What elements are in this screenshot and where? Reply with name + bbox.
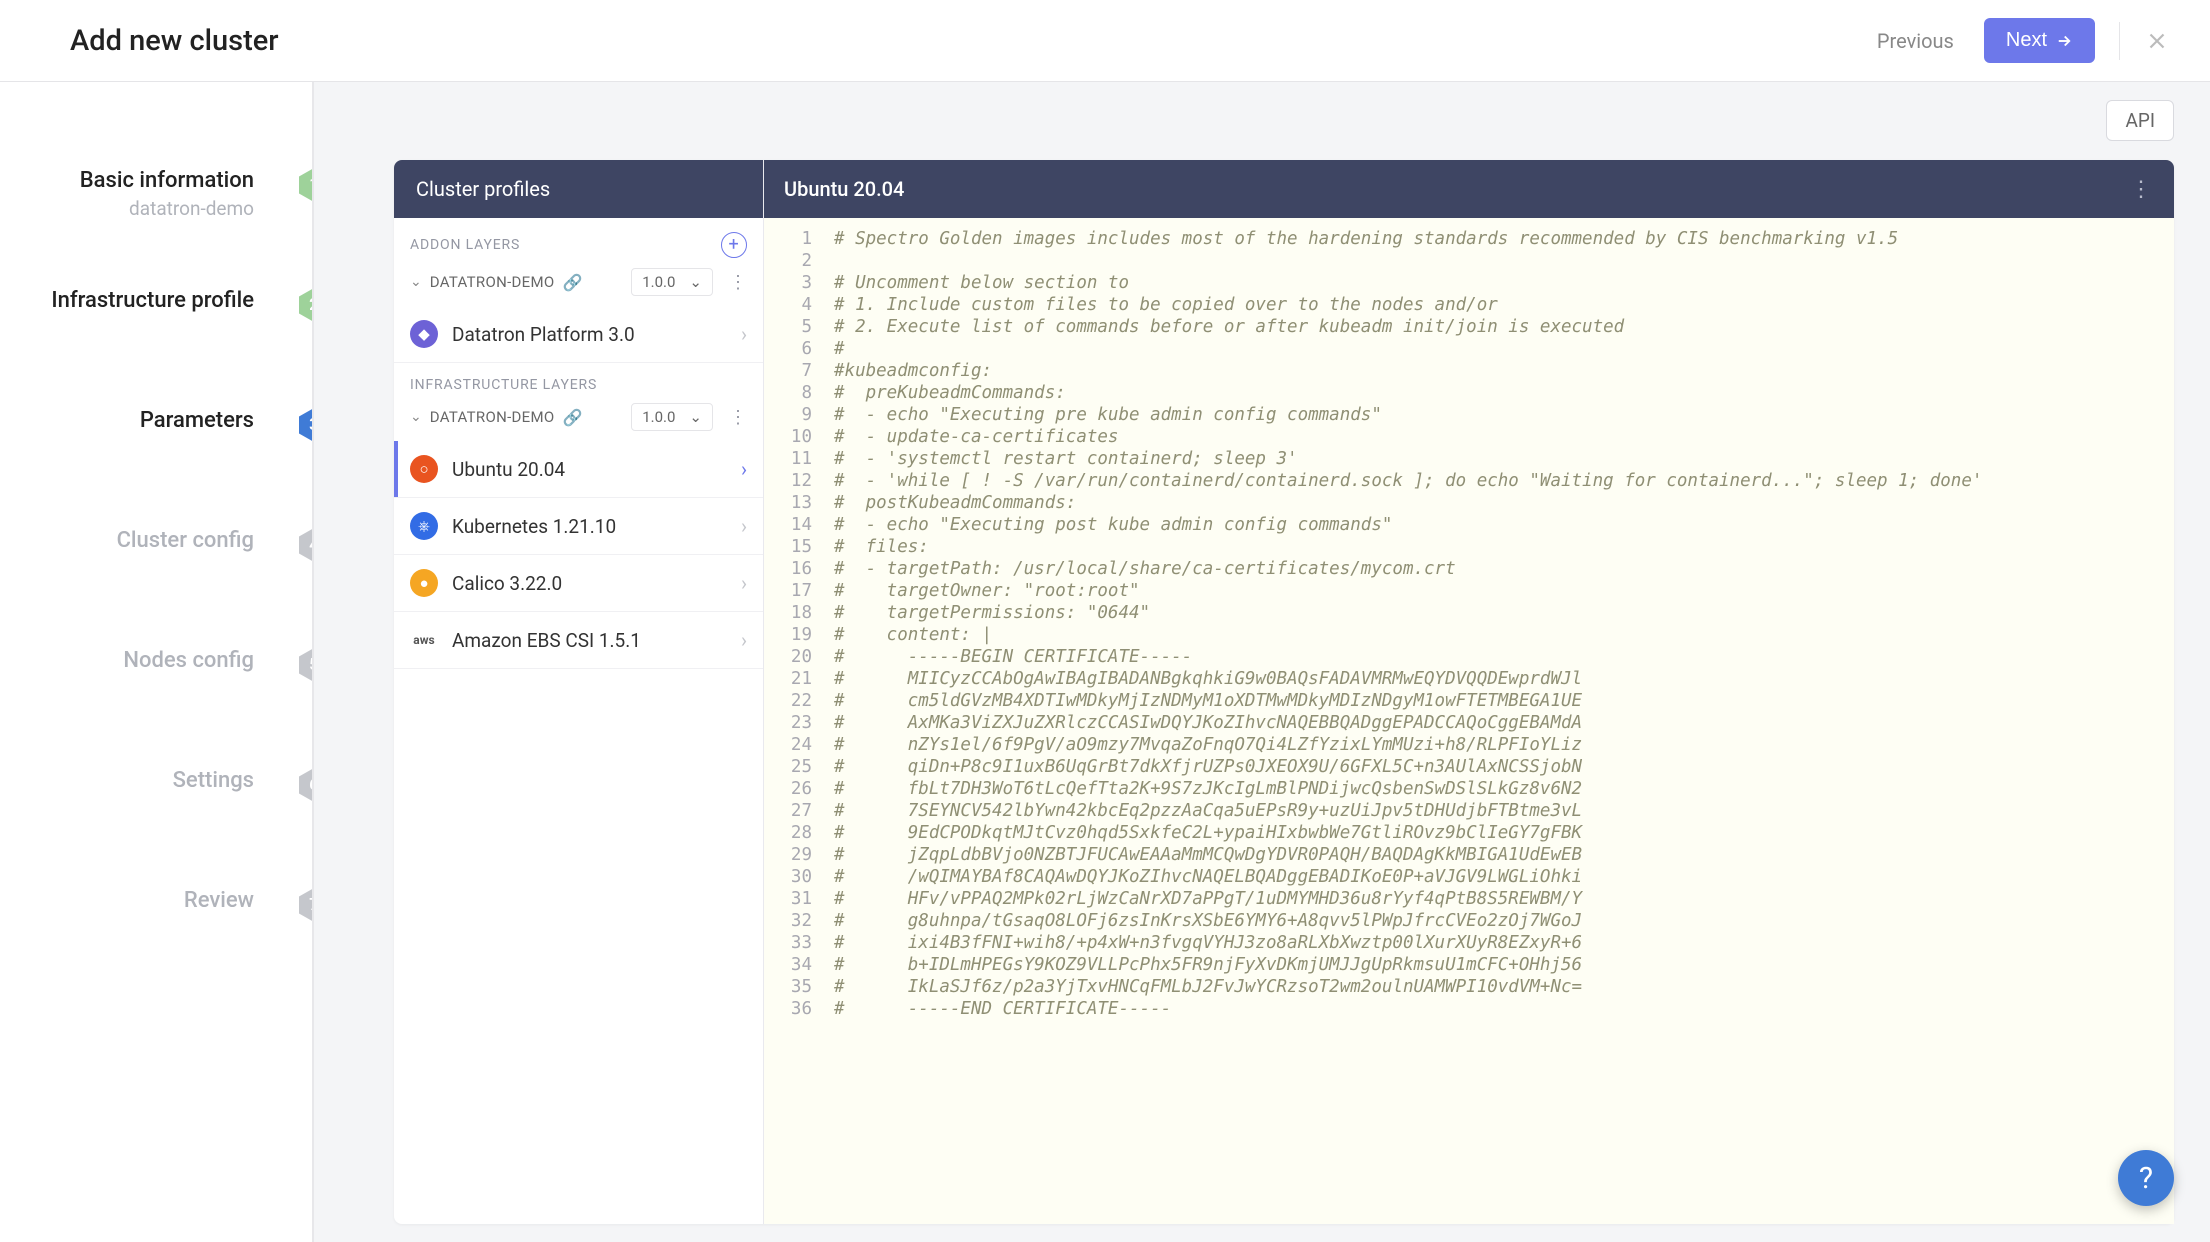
infra-profile-selector[interactable]: ⌄ DATATRON-DEMO 🔗 1.0.0⌄ ⋮ [394, 403, 763, 441]
chevron-down-icon: ⌄ [410, 274, 422, 290]
chevron-right-icon: › [741, 514, 747, 538]
layer-icon: ○ [410, 455, 438, 483]
layer-label: Datatron Platform 3.0 [452, 323, 635, 346]
cluster-profiles-header: Cluster profiles [394, 160, 763, 218]
layer-label: Calico 3.22.0 [452, 572, 562, 595]
link-icon: 🔗 [563, 408, 583, 427]
close-icon[interactable] [2144, 28, 2170, 54]
code-editor[interactable]: 1234567891011121314151617181920212223242… [764, 218, 2174, 1224]
layer-icon: ◆ [410, 320, 438, 348]
page-title: Add new cluster [70, 24, 279, 58]
api-button[interactable]: API [2106, 100, 2174, 141]
config-editor-panel: Ubuntu 20.04 ⋮ 1234567891011121314151617… [764, 160, 2174, 1224]
chevron-down-icon: ⌄ [689, 408, 702, 426]
layer-icon: aws [410, 626, 438, 654]
step-4[interactable]: Cluster config 4 [0, 528, 314, 648]
addon-layers-header: ADDON LAYERS + [394, 218, 763, 268]
layer-item[interactable]: ⎈ Kubernetes 1.21.10 › [394, 498, 763, 555]
addon-profile-name: DATATRON-DEMO [430, 273, 555, 291]
line-gutter: 1234567891011121314151617181920212223242… [764, 218, 824, 1224]
layer-item[interactable]: ○ Ubuntu 20.04 › [394, 441, 763, 498]
step-title: Review [0, 888, 254, 913]
help-fab[interactable]: ? [2118, 1150, 2174, 1206]
next-button-label: Next [2006, 29, 2047, 52]
kebab-icon[interactable]: ⋮ [729, 407, 747, 428]
wizard-header: Add new cluster Previous Next [0, 0, 2210, 82]
chevron-right-icon: › [741, 628, 747, 652]
step-title: Basic information [0, 168, 254, 193]
editor-title: Ubuntu 20.04 [784, 177, 904, 201]
cluster-profiles-panel: Cluster profiles ADDON LAYERS + ⌄ DATATR… [394, 160, 764, 1224]
layer-label: Ubuntu 20.04 [452, 458, 565, 481]
step-title: Nodes config [0, 648, 254, 673]
layer-label: Amazon EBS CSI 1.5.1 [452, 629, 641, 652]
layer-item[interactable]: ◆ Datatron Platform 3.0 › [394, 306, 763, 363]
chevron-right-icon: › [741, 322, 747, 346]
editor-header: Ubuntu 20.04 ⋮ [764, 160, 2174, 218]
layer-icon: ⎈ [410, 512, 438, 540]
help-icon: ? [2139, 1161, 2153, 1196]
chevron-down-icon: ⌄ [410, 409, 422, 425]
addon-version-select[interactable]: 1.0.0⌄ [631, 268, 713, 296]
step-5[interactable]: Nodes config 5 [0, 648, 314, 768]
step-6[interactable]: Settings 6 [0, 768, 314, 888]
step-title: Settings [0, 768, 254, 793]
kebab-icon[interactable]: ⋮ [729, 272, 747, 293]
arrow-right-icon [2055, 32, 2073, 50]
infra-version-select[interactable]: 1.0.0⌄ [631, 403, 713, 431]
layer-item[interactable]: ● Calico 3.22.0 › [394, 555, 763, 612]
step-title: Cluster config [0, 528, 254, 553]
layer-item[interactable]: aws Amazon EBS CSI 1.5.1 › [394, 612, 763, 669]
step-3[interactable]: Parameters 3 [0, 408, 314, 528]
chevron-right-icon: › [741, 571, 747, 595]
step-2[interactable]: Infrastructure profile 2 [0, 288, 314, 408]
kebab-icon[interactable]: ⋮ [2130, 177, 2154, 202]
addon-profile-selector[interactable]: ⌄ DATATRON-DEMO 🔗 1.0.0⌄ ⋮ [394, 268, 763, 306]
step-subtitle: datatron-demo [0, 197, 254, 220]
add-addon-icon[interactable]: + [721, 232, 747, 258]
next-button[interactable]: Next [1984, 18, 2095, 63]
step-1[interactable]: Basic information datatron-demo 1 [0, 168, 314, 288]
step-title: Infrastructure profile [0, 288, 254, 313]
profiles-panel: Cluster profiles ADDON LAYERS + ⌄ DATATR… [394, 160, 2174, 1224]
step-title: Parameters [0, 408, 254, 433]
step-7[interactable]: Review 7 [0, 888, 314, 1008]
infra-layers-header: INFRASTRUCTURE LAYERS [394, 363, 763, 403]
wizard-steps: Basic information datatron-demo 1 Infras… [0, 82, 314, 1242]
previous-button[interactable]: Previous [1877, 29, 1954, 53]
layer-icon: ● [410, 569, 438, 597]
layer-label: Kubernetes 1.21.10 [452, 515, 616, 538]
code-body[interactable]: # Spectro Golden images includes most of… [824, 218, 1982, 1224]
chevron-down-icon: ⌄ [689, 273, 702, 291]
link-icon: 🔗 [563, 273, 583, 292]
infra-profile-name: DATATRON-DEMO [430, 408, 555, 426]
chevron-right-icon: › [741, 457, 747, 481]
